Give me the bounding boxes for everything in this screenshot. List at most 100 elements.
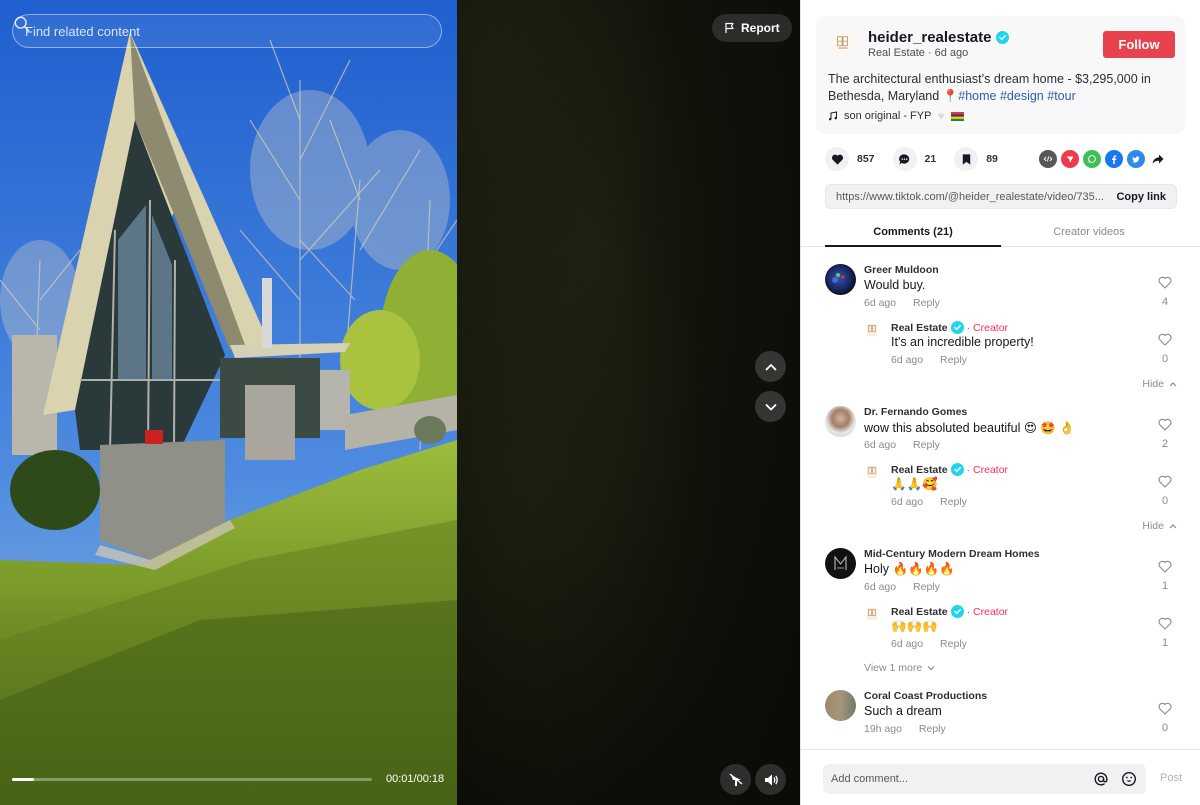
hashtag-link[interactable]: #home xyxy=(958,89,996,103)
commenter-name[interactable]: Coral Coast Productions xyxy=(864,690,987,702)
view-more-replies-button[interactable]: View 1 more xyxy=(864,662,935,674)
search-icon[interactable] xyxy=(14,16,429,40)
comment-like[interactable]: 2 xyxy=(1157,418,1173,450)
hide-replies-button[interactable]: Hide xyxy=(1142,520,1177,532)
whatsapp-icon[interactable] xyxy=(1083,150,1101,168)
reply-author-name[interactable]: Real Estate xyxy=(891,606,948,618)
author-username-text[interactable]: heider_realestate xyxy=(868,29,991,46)
video-player[interactable]: Find related content 00:01/00:18 Report xyxy=(0,0,800,805)
reply-author-name[interactable]: Real Estate xyxy=(891,464,948,476)
add-comment-field[interactable] xyxy=(823,764,1146,794)
previous-video-button[interactable] xyxy=(755,351,786,382)
copy-link-button[interactable]: Copy link xyxy=(1116,191,1166,203)
heart-outline-icon[interactable] xyxy=(1158,617,1172,630)
heart-outline-icon[interactable] xyxy=(1158,560,1172,573)
comment-text: Such a dream xyxy=(864,704,942,718)
heart-outline-icon[interactable] xyxy=(1158,333,1172,346)
reply-button[interactable]: Reply xyxy=(940,496,967,508)
heart-icon[interactable] xyxy=(825,147,849,171)
video-progress-bar[interactable] xyxy=(12,778,372,781)
reply-meta: 6d ago Reply xyxy=(891,638,967,650)
reply-like[interactable]: 1 xyxy=(1157,617,1173,649)
next-video-button[interactable] xyxy=(755,391,786,422)
comment-icon[interactable] xyxy=(892,147,917,171)
creator-avatar[interactable] xyxy=(865,465,879,479)
comment-action[interactable]: 21 xyxy=(892,147,936,171)
twitter-icon[interactable] xyxy=(1127,150,1145,168)
reply-author-name[interactable]: Real Estate xyxy=(891,322,948,334)
reply-button[interactable]: Reply xyxy=(913,439,940,451)
author-username[interactable]: heider_realestate xyxy=(868,29,1010,46)
commenter-name[interactable]: Dr. Fernando Gomes xyxy=(864,406,967,418)
heart-outline-icon[interactable] xyxy=(1158,418,1172,431)
commenter-name[interactable]: Mid-Century Modern Dream Homes xyxy=(864,548,1040,560)
commenter-name[interactable]: Greer Muldoon xyxy=(864,264,939,276)
creator-avatar[interactable] xyxy=(865,607,879,621)
commenter-avatar[interactable] xyxy=(825,406,856,437)
comment-like[interactable]: 1 xyxy=(1157,560,1173,592)
share-targets xyxy=(1039,150,1167,168)
floating-player-button[interactable] xyxy=(720,764,751,795)
reply-meta: 6d ago Reply xyxy=(891,354,967,366)
comment-like-count: 0 xyxy=(1161,722,1169,734)
report-button[interactable]: Report xyxy=(712,14,792,42)
hide-replies-button[interactable]: Hide xyxy=(1142,378,1177,390)
comments-list[interactable]: Greer Muldoon Would buy. 6d ago Reply 4 … xyxy=(801,248,1200,748)
like-action[interactable]: 857 xyxy=(825,147,875,171)
music-note-icon xyxy=(829,111,837,121)
hashtag-link[interactable]: #tour xyxy=(1047,89,1076,103)
comment-like[interactable]: 4 xyxy=(1157,276,1173,308)
comment-like[interactable]: 0 xyxy=(1157,702,1173,734)
mention-icon[interactable] xyxy=(1092,770,1110,788)
reply-author[interactable]: Real Estate · Creator xyxy=(891,321,1008,334)
engagement-actions: 857 21 89 xyxy=(825,147,1016,171)
save-action[interactable]: 89 xyxy=(954,147,998,171)
video-frame[interactable]: Find related content 00:01/00:18 xyxy=(0,0,457,805)
view-more-label[interactable]: View 1 more xyxy=(864,662,922,674)
send-to-friends-icon[interactable] xyxy=(1061,150,1079,168)
music-link[interactable]: son original - FYP ♥ xyxy=(828,109,964,123)
author-avatar[interactable] xyxy=(828,28,858,58)
hide-replies-label[interactable]: Hide xyxy=(1142,520,1164,532)
hide-replies-label[interactable]: Hide xyxy=(1142,378,1164,390)
tab-creator-videos[interactable]: Creator videos xyxy=(1001,218,1177,246)
reply-like[interactable]: 0 xyxy=(1157,333,1173,365)
reply-button[interactable]: Reply xyxy=(940,638,967,650)
find-related-search[interactable]: Find related content xyxy=(12,14,442,48)
volume-button[interactable] xyxy=(755,764,786,795)
add-comment-input[interactable] xyxy=(831,773,1082,785)
reply-author[interactable]: Real Estate · Creator xyxy=(891,605,1008,618)
reply-button[interactable]: Reply xyxy=(940,354,967,366)
facebook-icon[interactable] xyxy=(1105,150,1123,168)
share-more-icon[interactable] xyxy=(1149,150,1167,168)
reply-button[interactable]: Reply xyxy=(913,581,940,593)
reply-button[interactable]: Reply xyxy=(913,297,940,309)
emoji-icon[interactable] xyxy=(1120,770,1138,788)
bookmark-icon[interactable] xyxy=(954,147,979,171)
comment-text: Would buy. xyxy=(864,278,926,292)
share-url[interactable]: https://www.tiktok.com/@heider_realestat… xyxy=(836,191,1116,203)
hashtag-link[interactable]: #design xyxy=(1000,89,1044,103)
comment-item: Greer Muldoon Would buy. 6d ago Reply 4 xyxy=(825,264,1177,310)
music-title[interactable]: son original - FYP xyxy=(844,110,931,122)
creator-avatar[interactable] xyxy=(865,323,879,337)
reply-time: 6d ago xyxy=(891,496,924,508)
embed-icon[interactable] xyxy=(1039,150,1057,168)
follow-button[interactable]: Follow xyxy=(1103,31,1175,58)
reply-button[interactable]: Reply xyxy=(919,723,946,735)
like-count: 857 xyxy=(857,153,875,165)
heart-outline-icon[interactable] xyxy=(1158,475,1172,488)
heart-outline-icon[interactable] xyxy=(1158,276,1172,289)
reply-item: Real Estate · Creator 🙌🙌🙌 6d ago Reply 1 xyxy=(865,605,1177,651)
commenter-avatar[interactable] xyxy=(825,264,856,295)
commenter-avatar[interactable] xyxy=(825,548,856,579)
commenter-avatar[interactable] xyxy=(825,690,856,721)
post-comment-button[interactable]: Post xyxy=(1160,772,1182,784)
comment-meta: 19h ago Reply xyxy=(864,723,946,735)
comment-item: Mid-Century Modern Dream Homes Holy 🔥🔥🔥🔥… xyxy=(825,548,1177,594)
reply-like[interactable]: 0 xyxy=(1157,475,1173,507)
tab-comments[interactable]: Comments (21) xyxy=(825,218,1001,247)
reply-author[interactable]: Real Estate · Creator xyxy=(891,463,1008,476)
flag-icon xyxy=(725,22,734,33)
heart-outline-icon[interactable] xyxy=(1158,702,1172,715)
